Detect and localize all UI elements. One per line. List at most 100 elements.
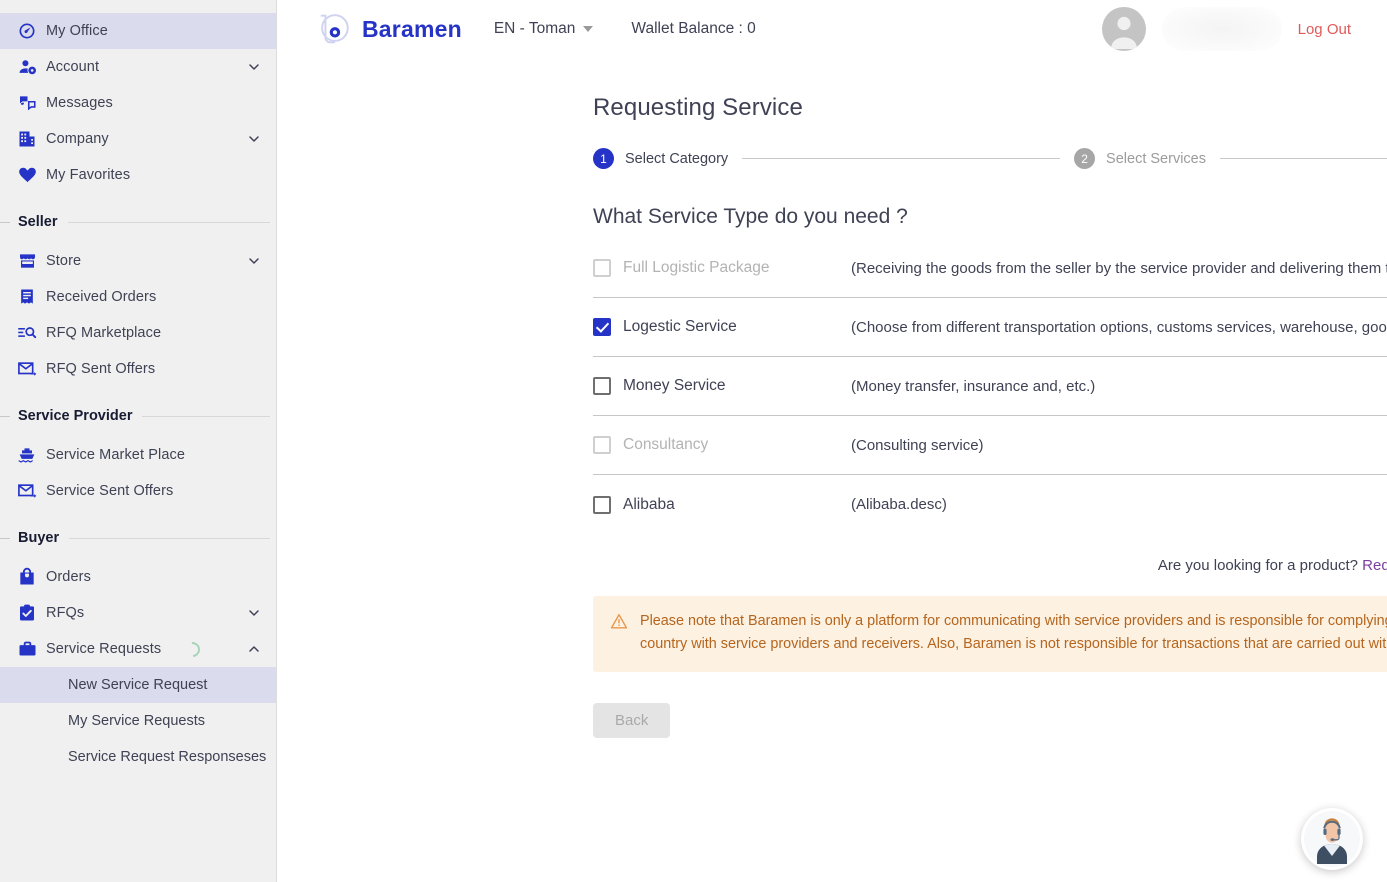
request-products-link[interactable]: Request products	[1362, 557, 1387, 574]
service-option-description: (Money transfer, insurance and, etc.)	[851, 377, 1096, 395]
checkbox-logestic-service[interactable]	[593, 318, 611, 336]
service-option-row[interactable]: Logestic Service (Choose from different …	[593, 298, 1387, 357]
step-connector	[1219, 158, 1387, 159]
top-bar: Baramen EN - Toman Wallet Balance : 0 Lo…	[277, 0, 1387, 58]
sidebar-item-company[interactable]: Company	[0, 121, 276, 157]
sidebar-item-rfq-marketplace[interactable]: RFQ Marketplace	[0, 315, 276, 351]
sidebar-item-rfq-sent-offers[interactable]: RFQ Sent Offers	[0, 351, 276, 387]
company-icon	[14, 128, 40, 150]
step-label: Select Category	[625, 150, 729, 167]
sidebar-subitem-label: New Service Request	[68, 677, 208, 693]
sidebar-subitem-my-service-requests[interactable]: My Service Requests	[0, 703, 276, 739]
sidebar-item-account[interactable]: Account	[0, 49, 276, 85]
sidebar-item-my-office[interactable]: My Office	[0, 13, 276, 49]
brand-logo[interactable]: Baramen	[315, 10, 462, 48]
sidebar-item-label: Account	[46, 59, 100, 75]
service-option-left: Alibaba	[593, 495, 851, 514]
chevron-down-icon[interactable]	[246, 59, 262, 75]
sidebar-item-orders[interactable]: Orders	[0, 559, 276, 595]
back-button[interactable]: Back	[593, 702, 671, 738]
chevron-up-icon[interactable]	[246, 641, 262, 657]
brand-name: Baramen	[362, 15, 462, 42]
rfq-search-icon	[14, 322, 40, 344]
service-option-label: Full Logistic Package	[623, 259, 770, 276]
checkbox-consultancy	[593, 436, 611, 454]
step-select-category[interactable]: 1 Select Category	[593, 148, 728, 169]
group-title: Buyer	[18, 530, 60, 546]
chevron-down-icon[interactable]	[246, 131, 262, 147]
language-currency-label: EN - Toman	[493, 20, 576, 37]
service-option-left: Full Logistic Package	[593, 259, 851, 277]
service-option-description: (Choose from different transportation op…	[851, 318, 1387, 336]
main-area: Baramen EN - Toman Wallet Balance : 0 Lo…	[277, 0, 1387, 882]
group-rule	[142, 415, 270, 417]
sidebar-item-label: Orders	[46, 569, 91, 585]
service-option-label: Money Service	[623, 377, 726, 394]
sidebar-item-label: Messages	[46, 95, 113, 111]
sidebar-item-received-orders[interactable]: Received Orders	[0, 279, 276, 315]
logout-link[interactable]: Log Out	[1298, 21, 1351, 38]
user-name-placeholder	[1161, 7, 1282, 51]
group-title: Seller	[18, 214, 58, 230]
service-option-left: Money Service	[593, 377, 851, 395]
chevron-down-icon[interactable]	[246, 253, 262, 269]
service-option-description: (Receiving the goods from the seller by …	[851, 259, 1387, 277]
checkbox-alibaba[interactable]	[593, 495, 611, 514]
chevron-down-icon[interactable]	[246, 605, 262, 621]
sidebar-group-service-provider: Service Provider	[0, 399, 276, 433]
bag-icon	[14, 566, 40, 588]
receipt-icon	[14, 286, 40, 308]
service-option-row[interactable]: Money Service (Money transfer, insurance…	[593, 357, 1387, 416]
checkbox-full-logistic-package	[593, 259, 611, 277]
sidebar-item-messages[interactable]: Messages	[0, 85, 276, 121]
dashboard-icon	[14, 20, 40, 42]
sidebar-subitem-label: My Service Requests	[68, 713, 205, 729]
service-option-row[interactable]: Full Logistic Package (Receiving the goo…	[593, 239, 1387, 298]
sidebar-item-rfqs[interactable]: RFQs	[0, 595, 276, 631]
sidebar-item-label: RFQ Marketplace	[46, 325, 162, 341]
service-option-row[interactable]: Alibaba (Alibaba.desc)	[593, 475, 1387, 534]
support-chat-button[interactable]	[1301, 808, 1363, 870]
sidebar-item-label: Service Sent Offers	[46, 483, 174, 499]
account-icon	[14, 56, 40, 78]
sidebar-item-label: Received Orders	[46, 289, 157, 305]
step-select-services[interactable]: 2 Select Services	[1074, 148, 1206, 169]
top-bar-right: Log Out	[1101, 0, 1387, 58]
envelope-send-icon	[14, 480, 40, 502]
group-dash	[0, 537, 10, 539]
sidebar-item-label: Service Requests	[46, 641, 162, 657]
sidebar-item-store[interactable]: Store	[0, 243, 276, 279]
sidebar-subitem-label: Service Request Responseses	[68, 749, 267, 765]
service-option-row[interactable]: Consultancy (Consulting service)	[593, 416, 1387, 475]
sidebar-item-label: Service Market Place	[46, 447, 185, 463]
avatar[interactable]	[1101, 7, 1146, 51]
sidebar-subitem-service-request-responseses[interactable]: Service Request Responseses	[0, 739, 276, 775]
page-content: Requesting Service 1 Select Category 2 S…	[277, 94, 1387, 739]
language-currency-selector[interactable]: EN - Toman	[494, 20, 594, 38]
heart-icon	[14, 164, 40, 186]
step-label: Select Services	[1106, 150, 1206, 167]
sidebar-item-my-favorites[interactable]: My Favorites	[0, 157, 276, 193]
group-rule	[69, 537, 270, 539]
group-dash	[0, 221, 10, 223]
step-number: 2	[1074, 148, 1096, 169]
sidebar-item-service-market-place[interactable]: Service Market Place	[0, 437, 276, 473]
sidebar-item-label: My Office	[46, 23, 108, 39]
platform-notice-text: Please note that Baramen is only a platf…	[640, 613, 1387, 653]
service-option-label: Logestic Service	[623, 318, 737, 335]
sidebar-group-buyer: Buyer	[0, 521, 276, 555]
sidebar-subitem-new-service-request[interactable]: New Service Request	[0, 667, 276, 703]
page-title: Requesting Service	[593, 94, 803, 121]
sidebar-item-label: RFQs	[46, 605, 85, 621]
sidebar-item-service-sent-offers[interactable]: Service Sent Offers	[0, 473, 276, 509]
sidebar-item-service-requests[interactable]: Service Requests	[0, 631, 276, 667]
checkbox-money-service[interactable]	[593, 377, 611, 395]
group-rule	[67, 221, 270, 223]
group-title: Service Provider	[18, 408, 133, 424]
sidebar-item-label: Store	[46, 253, 82, 269]
envelope-send-icon	[14, 358, 40, 380]
group-dash	[0, 415, 10, 417]
store-icon	[14, 250, 40, 272]
sidebar-item-label: My Favorites	[46, 167, 131, 183]
service-option-label: Alibaba	[623, 495, 675, 513]
